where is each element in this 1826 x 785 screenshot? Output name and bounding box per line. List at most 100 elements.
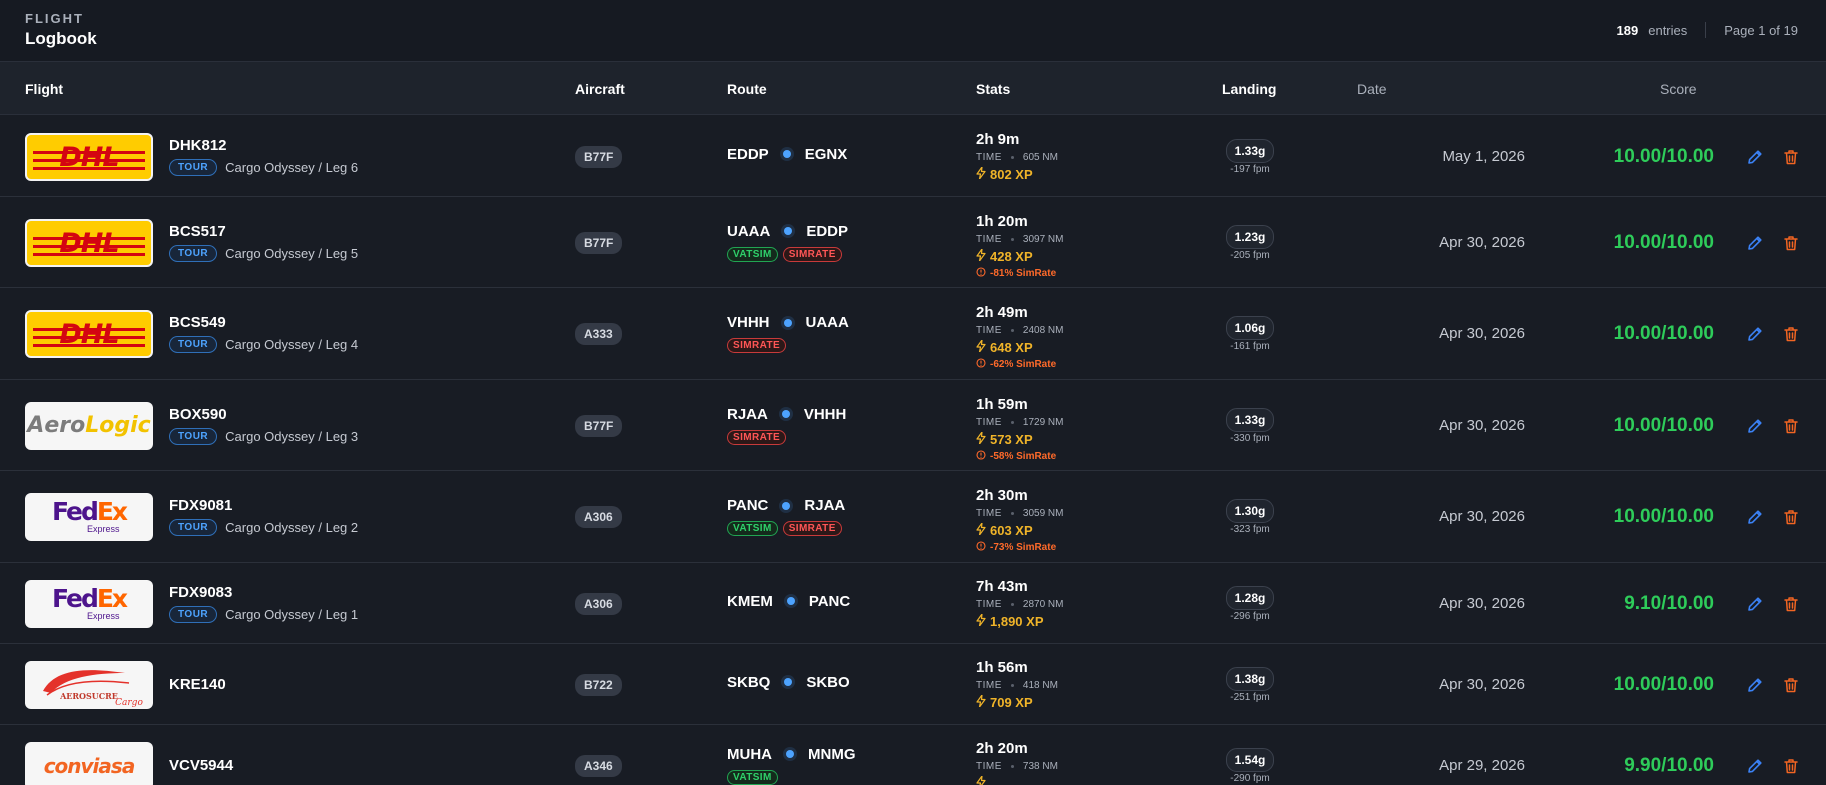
pencil-icon[interactable]: [1746, 234, 1764, 252]
aircraft-badge: B77F: [575, 145, 623, 168]
pencil-icon[interactable]: [1746, 508, 1764, 526]
flight-number[interactable]: VCV5944: [169, 757, 233, 774]
flight-number[interactable]: BCS549: [169, 314, 226, 331]
alert-circle-icon: [976, 266, 990, 280]
trash-icon[interactable]: [1782, 676, 1800, 694]
time-distance: TIME 3097 NM: [976, 234, 1063, 245]
destination-airport: PANC: [808, 592, 851, 610]
route-dot: [786, 750, 794, 758]
origin-airport: MUHA: [727, 745, 772, 763]
column-header-flight[interactable]: Flight: [25, 81, 63, 97]
table-row[interactable]: FedEx Express FDX9081 TOUR Cargo Odyssey / L…: [0, 471, 1826, 563]
trash-icon[interactable]: [1782, 508, 1800, 526]
flight-date: May 1, 2026: [1442, 147, 1525, 165]
trash-icon[interactable]: [1782, 325, 1800, 343]
trash-icon[interactable]: [1782, 417, 1800, 435]
separator-dot: [1010, 237, 1014, 241]
logo-lettering: FedEx: [51, 497, 128, 526]
pencil-icon[interactable]: [1746, 595, 1764, 613]
column-header-date[interactable]: Date: [1357, 81, 1387, 97]
origin-airport: PANC: [727, 497, 769, 514]
time-label: TIME: [976, 151, 1002, 163]
flight-number[interactable]: KRE140: [169, 676, 226, 693]
flight-number[interactable]: FDX9083: [169, 584, 232, 601]
pencil-icon[interactable]: [1746, 148, 1764, 166]
column-header-aircraft[interactable]: Aircraft: [575, 81, 625, 97]
pencil-icon[interactable]: [1746, 325, 1764, 343]
table-row[interactable]: AeroLogic BOX590 TOUR Cargo Odyssey / Leg 3…: [0, 380, 1826, 471]
pencil-icon[interactable]: [1746, 676, 1764, 694]
flight-date: Apr 30, 2026: [1439, 416, 1525, 434]
alert-circle-icon: [976, 449, 990, 463]
simrate-badge: SIMRATE: [727, 429, 787, 445]
distance: 2870 NM: [1022, 598, 1064, 610]
simrate-badge: SIMRATE: [782, 246, 842, 262]
xp-earned: 802 XP: [976, 165, 1033, 182]
flight-number[interactable]: DHK812: [169, 137, 227, 154]
table-row[interactable]: FedEx Express FDX9083 TOUR Cargo Odyssey / L…: [0, 563, 1826, 644]
page-title: Logbook: [25, 29, 97, 48]
flight-date: Apr 30, 2026: [1439, 508, 1525, 525]
column-header-score[interactable]: Score: [1660, 81, 1697, 97]
table-row[interactable]: DHL DHK812 TOUR Cargo Odyssey / Leg 6 B77F ED…: [0, 116, 1826, 197]
svg-text:AEROSUCRE: AEROSUCRE: [59, 691, 118, 701]
pencil-icon[interactable]: [1746, 757, 1764, 775]
page-header: FLIGHT Logbook 189 entries Page 1 of 19: [0, 0, 1826, 62]
flight-duration: 2h 30m: [976, 487, 1028, 504]
lightning-icon: [976, 522, 990, 538]
destination-airport: UAAA: [805, 314, 849, 331]
origin-airport: VHHH: [727, 314, 770, 331]
flight-number[interactable]: BCS517: [169, 223, 226, 240]
simrate-warning: -62% SimRate: [976, 358, 1056, 371]
trash-icon[interactable]: [1782, 595, 1800, 613]
column-header-stats[interactable]: Stats: [976, 81, 1010, 97]
trash-icon[interactable]: [1782, 234, 1800, 252]
column-header-route[interactable]: Route: [727, 81, 767, 97]
flight-duration: 1h 20m: [976, 212, 1028, 230]
logo-lettering: AeroLogic: [27, 412, 151, 438]
xp-earned: [976, 774, 990, 785]
landing-rate: -205 fpm: [1230, 249, 1270, 261]
time-distance: TIME 1729 NM: [976, 417, 1063, 428]
route: VHHH UAAA: [727, 314, 849, 331]
origin-airport: RJAA: [727, 405, 768, 423]
flight-date: Apr 29, 2026: [1439, 756, 1525, 774]
simrate-value: -58% SimRate: [990, 450, 1057, 462]
xp-earned: 573 XP: [976, 430, 1033, 447]
table-row[interactable]: DHL BCS549 TOUR Cargo Odyssey / Leg 4 A333 VH…: [0, 288, 1826, 380]
aircraft-badge: B77F: [575, 414, 623, 437]
route-tags: VATSIM: [727, 769, 783, 785]
trash-icon[interactable]: [1782, 148, 1800, 166]
aircraft-badge: A346: [575, 754, 622, 777]
route-dot: [784, 227, 793, 235]
origin-airport: KMEM: [727, 592, 773, 610]
distance: 3097 NM: [1022, 233, 1064, 245]
trash-icon[interactable]: [1782, 757, 1800, 775]
tour-leg: Cargo Odyssey / Leg 1: [225, 606, 359, 622]
flight-duration: 2h 9m: [976, 130, 1020, 148]
flight-number[interactable]: FDX9081: [169, 497, 232, 514]
table-row[interactable]: conviasa VCV5944 A346 MUHA MNMG VATSIM 2h 20m T…: [0, 725, 1826, 785]
tour-info: TOUR Cargo Odyssey / Leg 3: [169, 427, 358, 445]
origin-airport: UAAA: [727, 222, 771, 240]
separator-dot: [1010, 420, 1014, 424]
route: RJAA VHHH: [727, 406, 846, 423]
aircraft-badge: B77F: [575, 231, 623, 254]
table-row[interactable]: DHL BCS517 TOUR Cargo Odyssey / Leg 5 B77F UA…: [0, 197, 1826, 288]
lightning-icon: [976, 774, 990, 785]
svg-text:Cargo: Cargo: [115, 698, 143, 708]
flight-number[interactable]: BOX590: [169, 406, 227, 423]
table-row[interactable]: AEROSUCRE Cargo KRE140 B722 SKBQ SKBO 1h 56m TI…: [0, 644, 1826, 725]
tour-leg: Cargo Odyssey / Leg 4: [225, 337, 359, 352]
origin-airport: EDDP: [727, 145, 769, 163]
landing-rate: -197 fpm: [1230, 163, 1270, 175]
time-distance: TIME 418 NM: [976, 680, 1058, 691]
airline-logo: DHL: [25, 132, 153, 181]
xp-earned: 709 XP: [976, 693, 1033, 710]
separator-dot: [1010, 764, 1014, 768]
pencil-icon[interactable]: [1746, 417, 1764, 435]
separator-dot: [1010, 602, 1014, 606]
column-header-landing[interactable]: Landing: [1222, 81, 1276, 97]
xp-value: 603 XP: [990, 523, 1033, 538]
destination-airport: EGNX: [804, 145, 848, 163]
